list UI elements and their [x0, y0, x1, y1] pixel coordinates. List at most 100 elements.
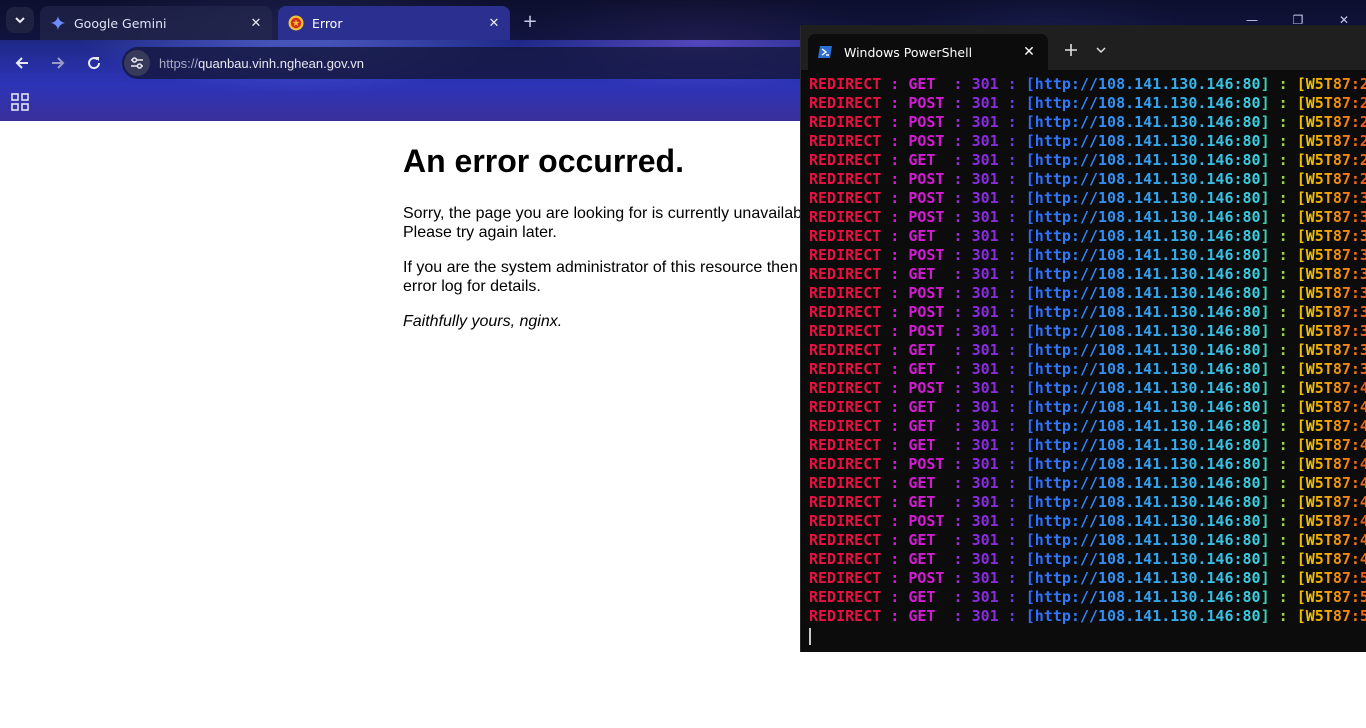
log-code: 301 — [971, 151, 999, 169]
log-code: 301 — [971, 588, 999, 606]
log-id: W5T87:52 — [1305, 607, 1366, 625]
tab-google-gemini[interactable]: Google Gemini ✕ — [40, 6, 272, 40]
terminal-tab[interactable]: Windows PowerShell ✕ — [808, 34, 1048, 70]
log-method: GET — [908, 151, 936, 169]
arrow-right-icon — [52, 57, 65, 69]
log-status: REDIRECT — [809, 94, 882, 112]
log-id: W5T87:42 — [1305, 417, 1366, 435]
log-id: W5T87:3 — [1305, 322, 1366, 340]
terminal-tab-title: Windows PowerShell — [844, 44, 973, 60]
terminal-line: REDIRECT : GET : 301 : [http://108.141.1… — [809, 341, 1366, 360]
back-button[interactable] — [9, 50, 35, 76]
log-method: GET — [908, 398, 936, 416]
terminal-dropdown-button[interactable] — [1090, 39, 1112, 61]
log-url: http://108.141.130.146:80 — [1034, 246, 1261, 264]
apps-grid-icon[interactable] — [10, 92, 30, 112]
reload-button[interactable] — [81, 50, 107, 76]
log-id: W5T87:3 — [1305, 189, 1366, 207]
log-method: GET — [908, 417, 936, 435]
error-message-line: Sorry, the page you are looking for is c… — [403, 205, 803, 222]
log-status: REDIRECT — [809, 322, 882, 340]
terminal-output[interactable]: REDIRECT : GET : 301 : [http://108.141.1… — [809, 75, 1366, 645]
log-method: POST — [908, 303, 945, 321]
reload-icon — [88, 57, 101, 70]
log-code: 301 — [971, 113, 999, 131]
log-id: W5T87:46 — [1305, 493, 1366, 511]
log-url: http://108.141.130.146:80 — [1034, 189, 1261, 207]
terminal-line: REDIRECT : POST : 301 : [http://108.141.… — [809, 170, 1366, 189]
tab-title: Google Gemini — [74, 15, 167, 31]
log-id: W5T87:4 — [1305, 512, 1366, 530]
log-code: 301 — [971, 474, 999, 492]
log-status: REDIRECT — [809, 455, 882, 473]
close-icon[interactable]: ✕ — [1018, 41, 1040, 63]
log-status: REDIRECT — [809, 246, 882, 264]
log-url: http://108.141.130.146:80 — [1034, 284, 1261, 302]
log-code: 301 — [971, 512, 999, 530]
tab-title: Error — [312, 15, 343, 31]
log-url: http://108.141.130.146:80 — [1034, 588, 1261, 606]
log-status: REDIRECT — [809, 417, 882, 435]
log-id: W5T87:2 — [1305, 132, 1366, 150]
log-url: http://108.141.130.146:80 — [1034, 379, 1261, 397]
log-status: REDIRECT — [809, 531, 882, 549]
log-id: W5T87:34 — [1305, 265, 1366, 283]
log-id: W5T87:2 — [1305, 170, 1366, 188]
terminal-line: REDIRECT : GET : 301 : [http://108.141.1… — [809, 227, 1366, 246]
log-method: POST — [908, 569, 945, 587]
log-status: REDIRECT — [809, 132, 882, 150]
tab-search-button[interactable] — [6, 7, 34, 33]
new-terminal-tab-button[interactable] — [1060, 39, 1082, 61]
log-id: W5T87:3 — [1305, 284, 1366, 302]
log-url: http://108.141.130.146:80 — [1034, 170, 1261, 188]
terminal-line: REDIRECT : GET : 301 : [http://108.141.1… — [809, 607, 1366, 626]
powershell-window[interactable]: Windows PowerShell ✕ REDIRECT : GET : 30… — [800, 25, 1366, 652]
log-url: http://108.141.130.146:80 — [1034, 455, 1261, 473]
log-id: W5T87:45 — [1305, 474, 1366, 492]
chevron-down-icon — [15, 17, 25, 24]
terminal-prompt-line[interactable] — [809, 626, 1366, 645]
log-method: POST — [908, 170, 945, 188]
log-id: W5T87:3 — [1305, 303, 1366, 321]
page-title: An error occurred. — [403, 143, 684, 179]
log-url: http://108.141.130.146:80 — [1034, 151, 1261, 169]
site-info-button[interactable] — [124, 50, 150, 76]
log-id: W5T87:3 — [1305, 246, 1366, 264]
log-status: REDIRECT — [809, 227, 882, 245]
new-tab-button[interactable]: + — [518, 9, 542, 33]
log-method: GET — [908, 436, 936, 454]
log-id: W5T87:32 — [1305, 227, 1366, 245]
log-method: POST — [908, 208, 945, 226]
log-id: W5T87:38 — [1305, 341, 1366, 359]
log-id: W5T87:4 — [1305, 379, 1366, 397]
log-id: W5T87:2 — [1305, 113, 1366, 131]
log-url: http://108.141.130.146:80 — [1034, 474, 1261, 492]
log-status: REDIRECT — [809, 379, 882, 397]
log-url: http://108.141.130.146:80 — [1034, 531, 1261, 549]
log-method: POST — [908, 322, 945, 340]
forward-button[interactable] — [45, 50, 71, 76]
log-url: http://108.141.130.146:80 — [1034, 94, 1261, 112]
log-url: http://108.141.130.146:80 — [1034, 75, 1261, 93]
log-id: W5T87:48 — [1305, 531, 1366, 549]
url-text[interactable]: https://quanbau.vinh.nghean.gov.vn — [159, 56, 364, 71]
terminal-line: REDIRECT : GET : 301 : [http://108.141.1… — [809, 531, 1366, 550]
log-url: http://108.141.130.146:80 — [1034, 550, 1261, 568]
address-bar[interactable]: https://quanbau.vinh.nghean.gov.vn — [122, 47, 822, 79]
close-tab-icon[interactable]: ✕ — [484, 13, 504, 33]
log-url: http://108.141.130.146:80 — [1034, 132, 1261, 150]
log-code: 301 — [971, 455, 999, 473]
log-url: http://108.141.130.146:80 — [1034, 436, 1261, 454]
terminal-line: REDIRECT : POST : 301 : [http://108.141.… — [809, 208, 1366, 227]
terminal-line: REDIRECT : POST : 301 : [http://108.141.… — [809, 303, 1366, 322]
terminal-line: REDIRECT : GET : 301 : [http://108.141.1… — [809, 75, 1366, 94]
terminal-titlebar: Windows PowerShell ✕ — [801, 25, 1366, 70]
close-tab-icon[interactable]: ✕ — [246, 13, 266, 33]
log-method: POST — [908, 455, 945, 473]
tab-error[interactable]: Error ✕ — [278, 6, 510, 40]
log-method: GET — [908, 493, 936, 511]
log-method: POST — [908, 284, 945, 302]
vietnam-emblem-icon — [288, 15, 304, 31]
log-id: W5T87:43 — [1305, 436, 1366, 454]
log-method: GET — [908, 227, 936, 245]
